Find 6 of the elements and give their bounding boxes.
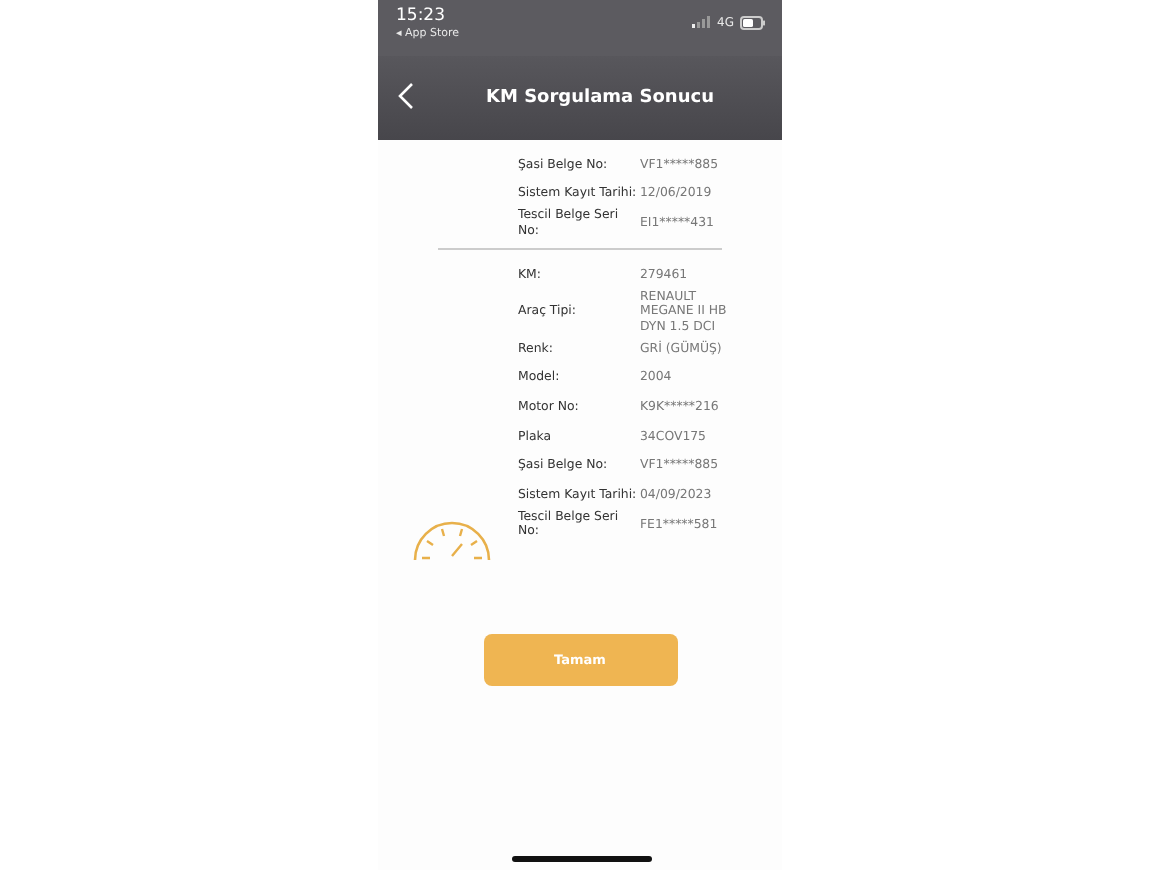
- back-icon[interactable]: [398, 82, 414, 110]
- status-time: 15:23: [396, 6, 447, 26]
- speedometer-icon: [412, 520, 492, 563]
- signal-icon: [691, 16, 712, 28]
- battery-icon: [740, 15, 766, 29]
- screen-title: KM Sorgulama Sonucu: [486, 88, 714, 108]
